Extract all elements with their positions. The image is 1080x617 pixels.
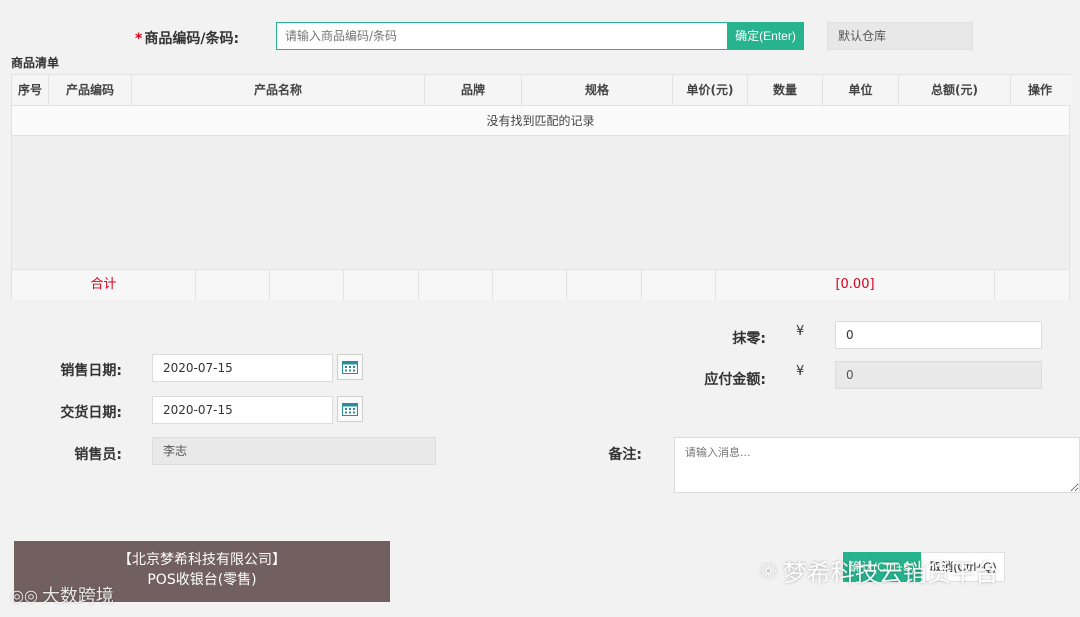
- table-header: 序号 产品编码 产品名称 品牌 规格 单价(元) 数量 单位 总额(元) 操作: [12, 75, 1071, 106]
- calendar-icon[interactable]: [337, 354, 363, 380]
- column-header[interactable]: 产品名称: [132, 75, 425, 106]
- warehouse-select[interactable]: 默认仓库: [827, 22, 973, 50]
- delivery-date-label: 交货日期:: [60, 405, 122, 421]
- calendar-icon[interactable]: [337, 396, 363, 422]
- footer-cell: [995, 270, 1069, 300]
- total-label: 合计: [12, 270, 196, 300]
- payable-amount-field: 0: [835, 361, 1042, 389]
- product-code-label: * 商品编码/条码:: [135, 28, 239, 48]
- rounding-label: 抹零:: [732, 331, 766, 347]
- footer-cell: [567, 270, 642, 300]
- payable-amount-label: 应付金额:: [704, 372, 766, 388]
- salesperson-field: 李志: [152, 437, 436, 465]
- delivery-date-input[interactable]: 2020-07-15: [152, 396, 333, 424]
- product-code-label-text: 商品编码/条码:: [144, 31, 240, 47]
- footer-cell: [196, 270, 270, 300]
- column-header[interactable]: 序号: [12, 75, 49, 106]
- watermark-left-text: 大数跨境: [41, 586, 114, 607]
- footer-cell: [419, 270, 493, 300]
- confirm-button[interactable]: 确定(Enter): [727, 22, 804, 50]
- table-footer: 合计 [0.00]: [12, 269, 1069, 300]
- empty-table-message: 没有找到匹配的记录: [12, 106, 1069, 136]
- column-header[interactable]: 总额(元): [899, 75, 1011, 106]
- product-list-title: 商品清单: [11, 56, 60, 70]
- note-textarea[interactable]: [674, 437, 1080, 493]
- note-label: 备注:: [608, 447, 642, 463]
- column-header[interactable]: 产品编码: [49, 75, 132, 106]
- company-name: 【北京梦希科技有限公司】: [118, 552, 286, 568]
- column-header[interactable]: 规格: [522, 75, 673, 106]
- currency-symbol: ¥: [796, 324, 805, 339]
- column-header[interactable]: 单位: [823, 75, 899, 106]
- required-mark: *: [135, 31, 143, 47]
- footer-cell: [642, 270, 716, 300]
- watermark-right: ❁ 梦希科技云销货平台: [760, 553, 999, 588]
- column-header[interactable]: 操作: [1011, 75, 1069, 106]
- footer-cell: [344, 270, 419, 300]
- salesperson-label: 销售员:: [74, 447, 122, 463]
- rounding-input[interactable]: 0: [835, 321, 1042, 349]
- column-header[interactable]: 数量: [748, 75, 823, 106]
- footer-cell: [270, 270, 344, 300]
- sale-date-input[interactable]: 2020-07-15: [152, 354, 333, 382]
- product-table: 序号 产品编码 产品名称 品牌 规格 单价(元) 数量 单位 总额(元) 操作 …: [11, 74, 1071, 300]
- column-header[interactable]: 单价(元): [673, 75, 748, 106]
- watermark-right-text: 梦希科技云销货平台: [782, 559, 999, 587]
- table-body: [12, 136, 1069, 269]
- footer-cell: [493, 270, 567, 300]
- column-header[interactable]: 品牌: [425, 75, 522, 106]
- currency-symbol: ¥: [796, 364, 805, 379]
- watermark-left: ◎◎ 大数跨境: [10, 582, 114, 608]
- product-code-input[interactable]: [276, 22, 728, 50]
- wechat-icon: ❁: [760, 558, 777, 583]
- total-amount: [0.00]: [716, 270, 995, 300]
- watermark-logo-icon: ◎◎: [10, 585, 38, 605]
- sale-date-label: 销售日期:: [60, 363, 122, 379]
